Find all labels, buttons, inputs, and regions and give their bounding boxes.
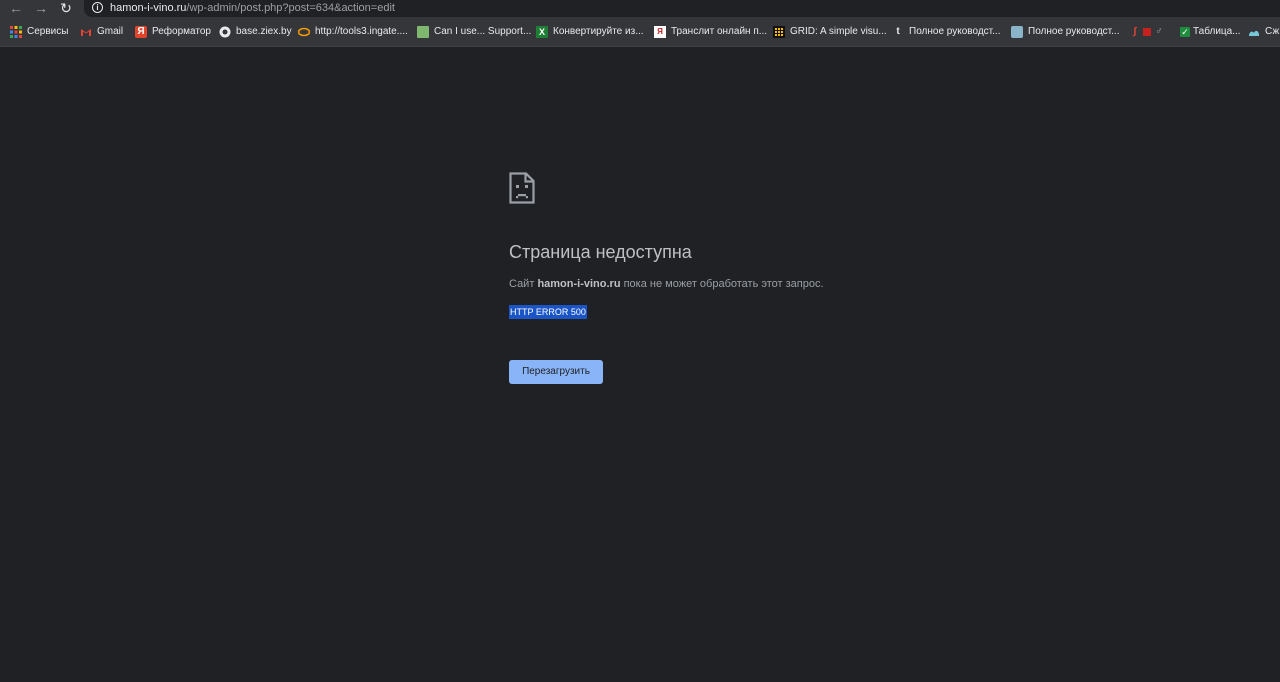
ingate-icon [297, 26, 311, 38]
bookmark-compress[interactable]: Сж [1248, 25, 1279, 39]
site-info-icon[interactable]: i [92, 2, 103, 13]
bookmark-gmail[interactable]: Gmail [80, 25, 123, 39]
compress-icon [1248, 26, 1260, 38]
forward-arrow-icon[interactable]: → [33, 0, 49, 16]
checkbox-icon: ✓ [1180, 27, 1190, 37]
gmail-icon [80, 26, 92, 38]
translit-icon: Я [654, 26, 666, 38]
bookmark-ingate[interactable]: http://tools3.ingate.... [297, 25, 408, 39]
red-square-icon [1143, 28, 1151, 36]
bookmark-label: Сервисы [27, 26, 69, 37]
bookmark-label: Сж [1265, 26, 1280, 37]
apps-grid-icon [10, 26, 22, 38]
error-code: HTTP ERROR 500 [509, 305, 587, 319]
bookmark-converter[interactable]: X Конвертируйте из... [536, 25, 644, 39]
bookmark-label: Таблица... [1193, 26, 1241, 37]
bookmark-label: http://tools3.ingate.... [315, 26, 408, 37]
url-host: hamon-i-vino.ru [110, 2, 187, 14]
back-arrow-icon[interactable]: ← [8, 0, 24, 16]
bookmark-label: Gmail [97, 26, 124, 37]
error-desc-host: hamon-i-vino.ru [537, 278, 621, 290]
grid-icon [773, 26, 785, 38]
bookmark-label: Полное руководст... [909, 26, 1001, 37]
browser-toolbar: ← → ↻ i hamon-i-vino.ru/wp-admin/post.ph… [0, 0, 1280, 18]
address-bar-url[interactable]: hamon-i-vino.ru/wp-admin/post.php?post=6… [110, 1, 395, 15]
error-desc-prefix: Сайт [509, 278, 538, 290]
bookmark-guide-1[interactable]: t Полное руководст... [892, 25, 1000, 39]
bookmark-label: Транслит онлайн п... [671, 26, 768, 37]
bookmark-label: Полное руководст... [1028, 26, 1120, 37]
reformator-icon: Я [135, 26, 147, 38]
bookmark-label: Can I use... Support... [434, 26, 532, 37]
bookmark-services[interactable]: Сервисы [10, 25, 68, 39]
error-desc-suffix: пока не может обработать этот запрос. [620, 278, 824, 290]
globe-icon [219, 26, 231, 38]
url-path: /wp-admin/post.php?post=634&action=edit [186, 2, 395, 14]
bookmark-label: Конвертируйте из... [553, 26, 644, 37]
bookmark-translit[interactable]: Я Транслит онлайн п... [654, 25, 767, 39]
guide-icon [1011, 26, 1023, 38]
reload-icon[interactable]: ↻ [58, 0, 74, 16]
bookmark-base-ziex[interactable]: base.ziex.by [219, 25, 292, 39]
bookmark-label: Реформатор [152, 26, 211, 37]
address-bar[interactable]: i hamon-i-vino.ru/wp-admin/post.php?post… [84, 0, 1280, 17]
error-title: Страница недоступна [509, 242, 692, 262]
red-extension-icon: ∫ [1133, 26, 1137, 37]
tumblr-icon: t [896, 26, 900, 37]
link-icon: ♂ [1155, 26, 1163, 37]
bookmark-label: base.ziex.by [236, 26, 292, 37]
caniuse-icon [417, 26, 429, 38]
bookmark-label: GRID: A simple visu... [790, 26, 887, 37]
error-description: Сайт hamon-i-vino.ru пока не может обраб… [509, 277, 824, 291]
bookmark-table[interactable]: ✓ Таблица... [1180, 25, 1241, 39]
converter-icon: X [536, 26, 548, 38]
reload-button[interactable]: Перезагрузить [509, 360, 603, 384]
bookmark-grid[interactable]: GRID: A simple visu... [773, 25, 887, 39]
bookmark-caniuse[interactable]: Can I use... Support... [417, 25, 531, 39]
bookmark-reformator[interactable]: Я Реформатор [135, 25, 211, 39]
sad-page-icon [509, 172, 535, 204]
bookmarks-bar: Сервисы Gmail Я Реформатор base.ziex.by … [0, 18, 1280, 47]
bookmark-guide-2[interactable]: Полное руководст... [1011, 25, 1119, 39]
bookmark-extensions[interactable]: ∫ ♂ [1130, 25, 1166, 39]
